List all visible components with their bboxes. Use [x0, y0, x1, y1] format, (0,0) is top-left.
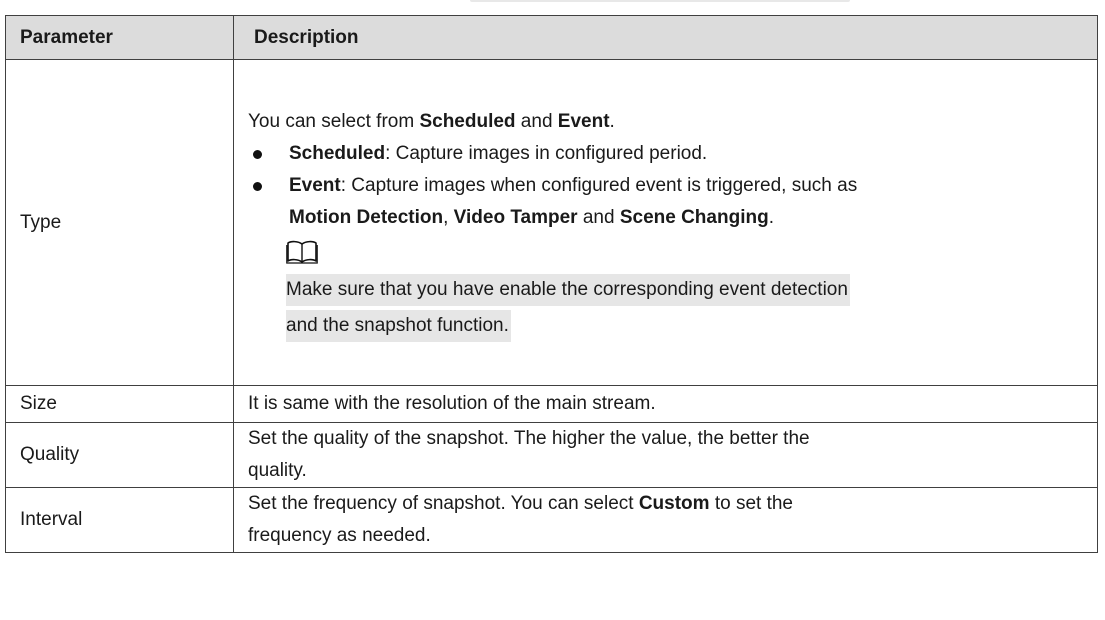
param-name-type: Type [5, 59, 234, 386]
bullet-icon [253, 149, 262, 159]
param-desc-interval: Set the frequency of snapshot. You can s… [233, 487, 1098, 553]
quality-desc-line-2: quality. [248, 460, 307, 481]
type-intro: You can select from Scheduled and Event. [248, 110, 615, 132]
param-name-quality: Quality [5, 422, 234, 488]
book-note-icon [286, 240, 318, 264]
table-row-type: Type You can select from Scheduled and E… [5, 59, 1098, 386]
list-item-event: Event: Capture images when configured ev… [248, 170, 1083, 202]
table-row-quality: Quality Set the quality of the snapshot.… [5, 422, 1098, 488]
note-callout: Make sure that you have enable the corre… [286, 273, 1083, 342]
interval-desc-line-2: frequency as needed. [248, 525, 431, 546]
param-name-interval: Interval [5, 487, 234, 553]
param-desc-size: It is same with the resolution of the ma… [233, 385, 1098, 423]
list-item-scheduled: Scheduled: Capture images in configured … [248, 138, 1083, 170]
note-line-2: and the snapshot function. [286, 309, 511, 342]
table-header-row: Parameter Description [5, 15, 1098, 60]
param-desc-type: You can select from Scheduled and Event.… [233, 59, 1098, 386]
parameter-table: Parameter Description Type You can selec… [5, 15, 1098, 553]
cropped-caption-edge [0, 0, 1105, 4]
header-description: Description [233, 15, 1098, 60]
quality-desc-line-1: Set the quality of the snapshot. The hig… [248, 428, 810, 449]
bullet-icon [253, 181, 262, 191]
interval-desc-line-1: Set the frequency of snapshot. You can s… [248, 493, 794, 514]
table-row-interval: Interval Set the frequency of snapshot. … [5, 487, 1098, 553]
header-parameter: Parameter [5, 15, 234, 60]
list-item-event-cont: Motion Detection, Video Tamper and Scene… [289, 206, 774, 228]
table-row-size: Size It is same with the resolution of t… [5, 385, 1098, 423]
param-name-size: Size [5, 385, 234, 423]
param-desc-quality: Set the quality of the snapshot. The hig… [233, 422, 1098, 488]
note-line-1: Make sure that you have enable the corre… [286, 273, 850, 306]
